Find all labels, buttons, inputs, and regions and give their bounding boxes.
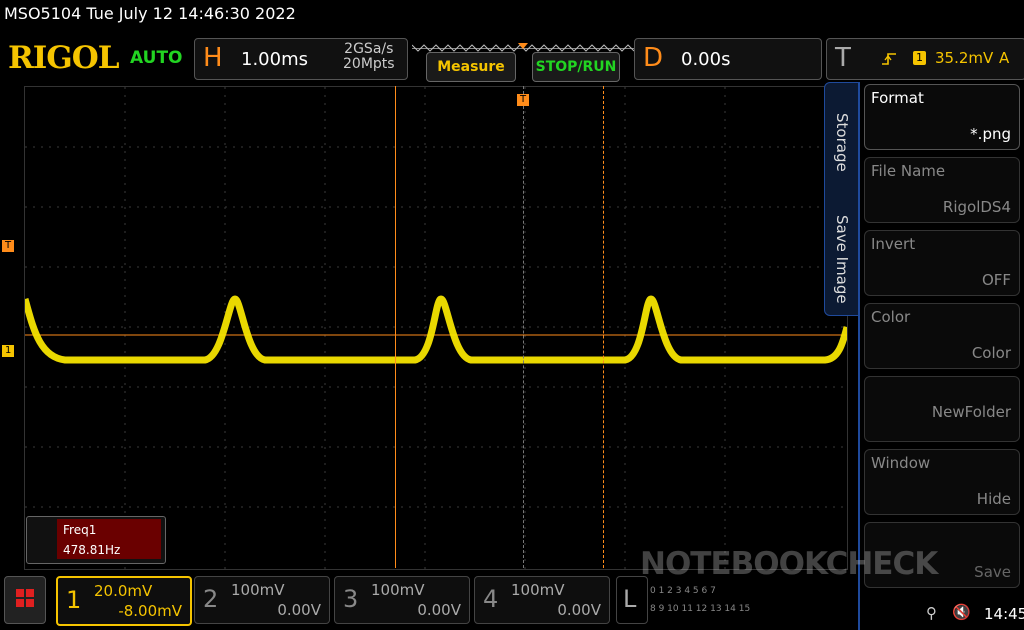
rising-edge-icon: [882, 53, 896, 65]
menu-window-value: Hide: [976, 490, 1011, 508]
ch1-waveform: [21, 295, 851, 364]
horizontal-panel[interactable]: H 1.00ms 2GSa/s 20Mpts: [194, 38, 408, 80]
menu-color[interactable]: Color Color: [864, 303, 1020, 369]
trigger-coupling: A: [999, 49, 1010, 67]
menu-new-folder[interactable]: NewFolder: [864, 376, 1020, 442]
freq-measurement[interactable]: Freq1 478.81Hz: [26, 516, 166, 564]
menu-invert[interactable]: Invert OFF: [864, 230, 1020, 296]
channel-4-box[interactable]: 4 100mV 0.00V: [474, 576, 610, 624]
logic-bits-top: 0 1 2 3 4 5 6 7: [650, 586, 716, 596]
measure-button[interactable]: Measure: [426, 52, 516, 82]
menu-file-name-value: RigolDS4: [942, 198, 1011, 216]
menu-save-value: Save: [974, 563, 1011, 581]
watermark-text: NOTEBOOKCHECK: [640, 546, 938, 582]
menu-invert-value: OFF: [981, 271, 1011, 289]
menu-format-value: *.png: [970, 125, 1011, 143]
window-title: MSO5104 Tue July 12 14:46:30 2022: [4, 4, 296, 23]
ch3-scale: 100mV: [371, 581, 425, 599]
memory-depth: 20Mpts: [343, 56, 395, 72]
ch3-number: 3: [343, 585, 359, 613]
sample-info: 2GSa/s 20Mpts: [343, 42, 395, 72]
menu-window[interactable]: Window Hide: [864, 449, 1020, 515]
ch1-offset-marker[interactable]: 1: [2, 345, 15, 357]
menu-window-label: Window: [871, 454, 931, 472]
menu-invert-label: Invert: [871, 235, 916, 253]
waveform-display: [21, 87, 851, 569]
channel-1-box[interactable]: 1 20.0mV -8.00mV: [56, 576, 192, 626]
ch3-offset: 0.00V: [417, 601, 461, 619]
center-line: [523, 86, 524, 568]
waveform-grid[interactable]: [21, 86, 851, 570]
speaker-muted-icon[interactable]: 🔇: [952, 603, 971, 621]
ch1-scale: 20.0mV: [94, 582, 153, 600]
horizontal-letter: H: [203, 43, 223, 73]
trigger-channel-badge: 1: [913, 51, 926, 65]
home-button[interactable]: [4, 576, 46, 624]
freq-value: 478.81Hz: [63, 543, 121, 557]
grid-menu-icon: [16, 589, 34, 607]
trigger-position-strip: [411, 38, 635, 52]
tab-save-image[interactable]: Save Image: [833, 215, 851, 304]
logic-bits-bottom: 8 9 10 11 12 13 14 15: [650, 604, 751, 614]
clock: 14:45: [984, 605, 1024, 623]
trigger-panel[interactable]: T 1 35.2mV A: [826, 38, 1024, 80]
ch2-number: 2: [203, 585, 219, 613]
trigger-letter: T: [835, 43, 851, 73]
delay-letter: D: [643, 43, 664, 73]
delay-panel[interactable]: D 0.00s: [634, 38, 822, 80]
rigol-logo: RIGOL: [8, 40, 120, 76]
menu-color-label: Color: [871, 308, 911, 326]
logic-box[interactable]: L: [616, 576, 648, 624]
ch4-offset: 0.00V: [557, 601, 601, 619]
horizontal-scale: 1.00ms: [241, 49, 308, 70]
sample-rate: 2GSa/s: [344, 41, 394, 57]
usb-icon: ⚲: [926, 604, 937, 622]
logic-letter: L: [623, 585, 637, 613]
delay-value: 0.00s: [681, 49, 731, 70]
ch4-scale: 100mV: [511, 581, 565, 599]
menu-format-label: Format: [871, 89, 924, 107]
menu-file-name[interactable]: File Name RigolDS4: [864, 157, 1020, 223]
menu-new-folder-value: NewFolder: [931, 403, 1011, 421]
stop-run-button[interactable]: STOP/RUN: [532, 52, 620, 82]
side-tab-panel[interactable]: Storage Save Image: [824, 82, 860, 316]
trigger-mode[interactable]: AUTO: [130, 48, 183, 68]
tab-storage[interactable]: Storage: [833, 113, 851, 172]
trigger-level: 35.2mV: [935, 49, 994, 67]
freq-label: Freq1: [63, 523, 97, 537]
menu-format[interactable]: Format *.png: [864, 84, 1020, 150]
ch1-offset: -8.00mV: [118, 602, 182, 620]
channel-2-box[interactable]: 2 100mV 0.00V: [194, 576, 330, 624]
menu-file-name-label: File Name: [871, 162, 946, 180]
freq-panel: Freq1 478.81Hz: [57, 519, 161, 559]
trigger-position-marker[interactable]: T: [517, 94, 530, 106]
menu-color-value: Color: [971, 344, 1011, 362]
trigger-level-marker[interactable]: T: [2, 240, 15, 252]
channel-3-box[interactable]: 3 100mV 0.00V: [334, 576, 470, 624]
ch4-number: 4: [483, 585, 499, 613]
cursor-b[interactable]: [603, 86, 604, 568]
ch1-number: 1: [66, 586, 82, 614]
ch2-offset: 0.00V: [277, 601, 321, 619]
cursor-a[interactable]: [395, 86, 396, 568]
ch2-scale: 100mV: [231, 581, 285, 599]
